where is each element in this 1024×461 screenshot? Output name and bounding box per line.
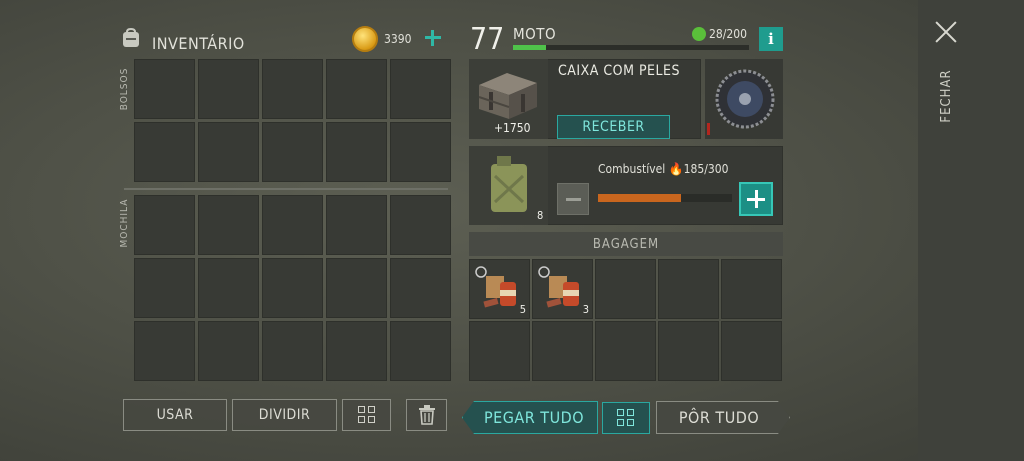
inventory-slot[interactable]: [134, 321, 195, 381]
receive-button[interactable]: RECEBER: [557, 115, 670, 139]
inventory-slot[interactable]: [326, 195, 387, 255]
put-all-label: PÔR TUDO: [678, 408, 760, 427]
pockets-label: BOLSOS: [119, 67, 130, 111]
inventory-slot[interactable]: [134, 59, 195, 119]
sort-inventory-button[interactable]: [342, 399, 391, 431]
inventory-slot[interactable]: [134, 258, 195, 318]
inventory-slot[interactable]: [198, 321, 259, 381]
tire-chain-slot[interactable]: [705, 59, 783, 139]
vehicle-capacity: 28/200: [709, 27, 747, 41]
backpack-icon: [123, 27, 139, 47]
inventory-slot[interactable]: [198, 195, 259, 255]
inventory-slot[interactable]: [326, 321, 387, 381]
inventory-slot[interactable]: [262, 122, 323, 182]
close-panel: [918, 0, 1024, 461]
vehicle-level: 77: [470, 22, 505, 57]
vehicle-progress-fill: [513, 45, 547, 50]
add-coins-button[interactable]: [424, 29, 442, 47]
fire-icon: 🔥: [668, 162, 684, 176]
luggage-slot[interactable]: [721, 321, 782, 381]
vehicle-name: MOTO: [513, 25, 557, 43]
inventory-slot[interactable]: [390, 321, 451, 381]
inventory-slot[interactable]: [390, 59, 451, 119]
inventory-slot[interactable]: [262, 258, 323, 318]
section-divider: [124, 188, 448, 190]
fuel-can-count: 8: [537, 209, 544, 222]
pockets-grid: [134, 59, 451, 182]
take-all-label: PEGAR TUDO: [483, 408, 585, 427]
inventory-slot[interactable]: [198, 122, 259, 182]
inventory-slot[interactable]: [390, 258, 451, 318]
tire-chain-icon: [707, 69, 775, 135]
inventory-slot[interactable]: [262, 321, 323, 381]
luggage-slot[interactable]: [658, 321, 719, 381]
backpack-grid: [134, 195, 451, 381]
sort-luggage-button[interactable]: [602, 402, 650, 434]
luggage-slot[interactable]: [658, 259, 719, 319]
luggage-slot[interactable]: [469, 321, 530, 381]
fuel-bar: [598, 194, 732, 202]
inventory-slot[interactable]: [198, 258, 259, 318]
fuel-label: Combustível 🔥185/300: [598, 162, 729, 176]
crate-title: CAIXA COM PELES: [558, 63, 680, 79]
coin-icon: [352, 26, 378, 52]
decrease-fuel-button[interactable]: [557, 183, 589, 215]
luggage-slot[interactable]: [532, 321, 593, 381]
inventory-slot[interactable]: [390, 195, 451, 255]
vehicle-progress-bar: [513, 45, 749, 50]
luggage-slot[interactable]: 3: [532, 259, 593, 319]
inventory-title: INVENTÁRIO: [152, 34, 245, 53]
use-button[interactable]: USAR: [123, 399, 227, 431]
backpack-label: MOCHILA: [119, 198, 130, 248]
inventory-slot[interactable]: [198, 59, 259, 119]
fuel-fill: [598, 194, 681, 202]
close-icon[interactable]: [932, 18, 960, 46]
item-count: 3: [582, 303, 589, 316]
inventory-slot[interactable]: [326, 59, 387, 119]
add-fuel-button[interactable]: [739, 182, 773, 216]
inventory-slot[interactable]: [326, 258, 387, 318]
grid-icon: [617, 409, 635, 427]
split-button[interactable]: DIVIDIR: [232, 399, 337, 431]
luggage-grid: 5 3: [469, 259, 782, 381]
inventory-slot[interactable]: [262, 195, 323, 255]
inventory-slot[interactable]: [134, 122, 195, 182]
luggage-title: BAGAGEM: [469, 232, 783, 256]
fuel-value: 185/300: [683, 162, 729, 176]
coin-balance: 3390: [384, 32, 412, 46]
luggage-slot[interactable]: [595, 321, 656, 381]
put-all-button[interactable]: PÔR TUDO: [656, 401, 790, 434]
trash-icon: [418, 405, 435, 425]
capacity-icon: [692, 27, 706, 41]
grid-icon: [357, 406, 376, 424]
item-count: 5: [519, 303, 526, 316]
inventory-slot[interactable]: [390, 122, 451, 182]
luggage-slot[interactable]: 5: [469, 259, 530, 319]
info-button[interactable]: i: [759, 27, 783, 51]
luggage-slot[interactable]: [595, 259, 656, 319]
luggage-slot[interactable]: [721, 259, 782, 319]
inventory-slot[interactable]: [262, 59, 323, 119]
inventory-slot[interactable]: [134, 195, 195, 255]
crate-value: +1750: [494, 121, 531, 135]
trash-button[interactable]: [406, 399, 447, 431]
close-label[interactable]: FECHAR: [926, 69, 966, 122]
inventory-slot[interactable]: [326, 122, 387, 182]
take-all-button[interactable]: PEGAR TUDO: [462, 401, 598, 434]
